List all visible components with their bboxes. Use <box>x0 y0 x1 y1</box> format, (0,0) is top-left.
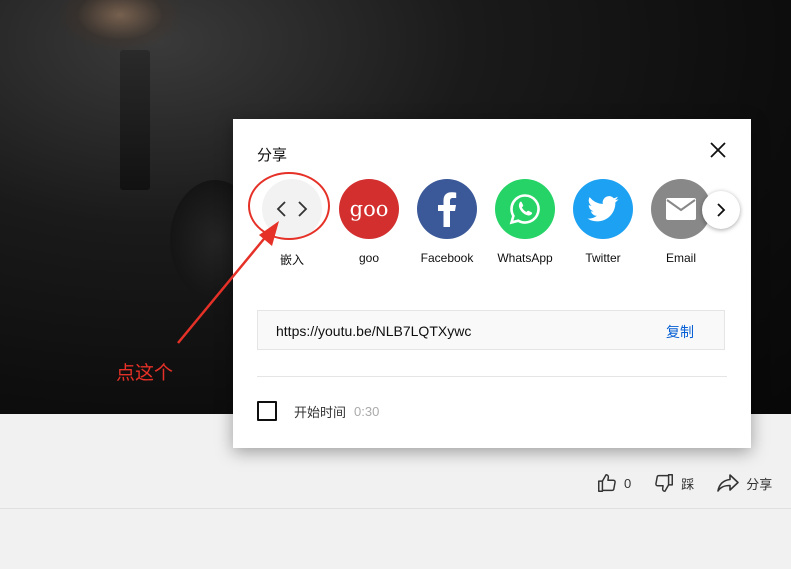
divider <box>257 376 727 377</box>
share-facebook[interactable]: Facebook <box>409 179 485 265</box>
share-action-button[interactable]: 分享 <box>716 472 772 494</box>
share-embed-label: 嵌入 <box>279 253 304 267</box>
close-icon <box>710 142 726 158</box>
copy-button[interactable]: 复制 <box>666 322 694 342</box>
twitter-icon <box>587 196 619 222</box>
start-at-time: 0:30 <box>354 403 380 419</box>
share-goo[interactable]: goo goo <box>331 179 407 265</box>
chevron-right-icon <box>717 203 726 217</box>
like-count: 0 <box>624 475 632 491</box>
next-targets-button[interactable] <box>702 191 740 229</box>
start-at-row: 开始时间 0:30 <box>257 401 379 421</box>
thumbs-down-icon <box>655 474 674 492</box>
thumbs-up-icon <box>598 474 616 492</box>
annotation-text: 点这个 <box>116 363 174 384</box>
share-email-label: Email <box>665 251 696 265</box>
share-facebook-label: Facebook <box>420 251 474 265</box>
video-frame-object <box>120 50 150 190</box>
share-dialog: 分享 嵌入 goo goo Facebook WhatsApp Twitter … <box>233 119 751 448</box>
share-whatsapp-circle <box>495 179 555 239</box>
email-icon <box>666 198 696 220</box>
whatsapp-icon <box>509 194 540 225</box>
annotation-circle <box>248 172 330 240</box>
share-twitter-label: Twitter <box>585 251 621 265</box>
start-at-label: 开始时间 <box>294 404 347 420</box>
facebook-icon <box>438 192 457 227</box>
goo-logo: goo <box>349 197 389 221</box>
share-url[interactable]: https://youtu.be/NLB7LQTXywc <box>276 323 471 339</box>
dialog-title: 分享 <box>257 147 288 164</box>
share-goo-label: goo <box>358 251 380 265</box>
close-button[interactable] <box>707 139 729 161</box>
divider <box>0 508 791 509</box>
share-whatsapp-label: WhatsApp <box>497 251 553 265</box>
share-action-label: 分享 <box>746 476 773 492</box>
share-url-box: https://youtu.be/NLB7LQTXywc 复制 <box>257 310 725 350</box>
video-frame-light <box>60 0 180 50</box>
share-facebook-circle <box>417 179 477 239</box>
dislike-button[interactable]: 踩 <box>653 472 694 494</box>
dislike-label: 踩 <box>681 476 695 492</box>
share-twitter-circle <box>573 179 633 239</box>
start-at-checkbox[interactable] <box>257 401 277 421</box>
share-goo-circle: goo <box>339 179 399 239</box>
like-button[interactable]: 0 <box>596 472 631 494</box>
share-whatsapp[interactable]: WhatsApp <box>487 179 563 265</box>
share-twitter[interactable]: Twitter <box>565 179 641 265</box>
share-arrow-icon <box>717 474 740 492</box>
video-actions: 0 踩 分享 <box>596 472 772 494</box>
